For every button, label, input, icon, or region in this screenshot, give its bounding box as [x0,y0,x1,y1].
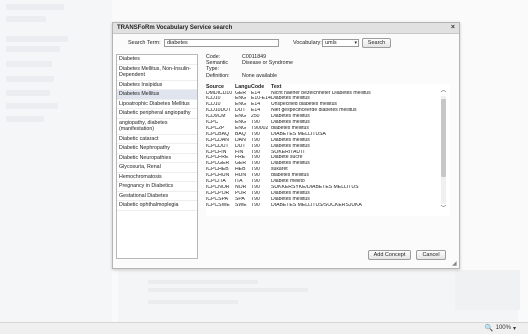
definition-value: None available [242,72,278,79]
add-concept-button[interactable]: Add Concept [368,250,411,260]
result-list-item[interactable]: Diabetic cataract [117,135,197,144]
cell-source: ICPCSWE [206,202,230,208]
result-list-item[interactable]: Diabetic Nephropathy [117,144,197,154]
codes-table-body: DMDICD10 GER E14 Nicht naeher bezeichneter … [206,91,450,209]
result-list-item[interactable]: Diabetes Insipidus [117,81,197,90]
cell-text: DIABETES MELLITUS/SOCKERSJUKA [271,202,362,208]
dialog-title-bar: TRANSFoRm Vocabulary Service search × [113,23,459,34]
result-list-item[interactable]: Diabetes Mellitus [117,90,197,100]
result-list-item[interactable]: Diabetic Neuropathies [117,154,197,163]
status-bar: 🔍 100% ▾ [0,322,528,334]
scrollbar-thumb[interactable] [441,99,446,177]
cancel-button[interactable]: Cancel [416,250,446,260]
definition-label: Definition: [206,72,230,79]
resize-grip-icon[interactable]: ◢ [452,261,458,267]
magnifier-icon: 🔍 [484,325,494,332]
search-term-label: Search Term: [128,40,161,46]
result-list-item[interactable]: Glycosuria, Renal [117,163,197,173]
definition-row: Definition: None available [206,73,336,79]
result-list-item[interactable]: Diabetic ophthalmoplegia [117,201,197,211]
chevron-up-icon[interactable]: ︿ [440,87,447,95]
vocabulary-label: Vocabulary: [293,40,322,46]
search-button[interactable]: Search [362,38,391,48]
result-list-item[interactable]: Diabetic peripheral angiopathy [117,109,197,119]
search-term-input[interactable] [164,39,279,47]
close-icon[interactable]: × [451,24,455,32]
vocabulary-search-dialog: TRANSFoRm Vocabulary Service search × Se… [112,22,460,269]
result-list-item[interactable]: Pregnancy in Diabetics [117,182,197,192]
vocabulary-selected-value: umls [325,40,337,46]
dialog-title: TRANSFoRm Vocabulary Service search [117,25,233,31]
semantic-type-row: Semantic Type: Disease or Syndrome [206,60,336,72]
search-results-list: Diabetes Diabetes Mellitus, Non-Insulin-D… [116,54,198,259]
zoom-control[interactable]: 🔍 100% ▾ [485,324,516,332]
codes-scrollbar[interactable]: ︿ ﹀ [440,87,447,213]
concept-details: Code: C0011849 Semantic Type: Disease or… [206,54,336,79]
vocabulary-select[interactable]: umls ▾ [322,39,359,47]
zoom-level: 100% [495,325,511,331]
cell-code: T90 [251,202,260,208]
result-list-item[interactable]: Hemochromatosis [117,173,197,182]
result-list-item[interactable]: Lipoatrophic Diabetes Mellitus [117,100,197,109]
cell-language: SWE [235,202,247,208]
result-list-item[interactable]: Gestational Diabetes [117,192,197,201]
result-list-item[interactable]: Diabetes [117,55,197,65]
result-list-item[interactable]: angiopathy, diabetes (manifestation) [117,119,197,135]
chevron-down-icon: ▾ [512,325,516,332]
codes-table: Source Language Code Text DMDICD10GERE14… [206,84,450,216]
semantic-type-value: Disease or Syndrome [242,60,293,67]
chevron-down-icon: ▾ [354,40,357,46]
semantic-type-label: Semantic Type: [206,60,229,73]
result-list-item[interactable]: Diabetes Mellitus, Non-Insulin-Dependent [117,65,197,81]
table-row[interactable]: ICPCSWE SWE T90 DIABETES MELLITUS/SOCKERSJU… [206,203,450,209]
chevron-down-icon[interactable]: ﹀ [440,205,447,213]
